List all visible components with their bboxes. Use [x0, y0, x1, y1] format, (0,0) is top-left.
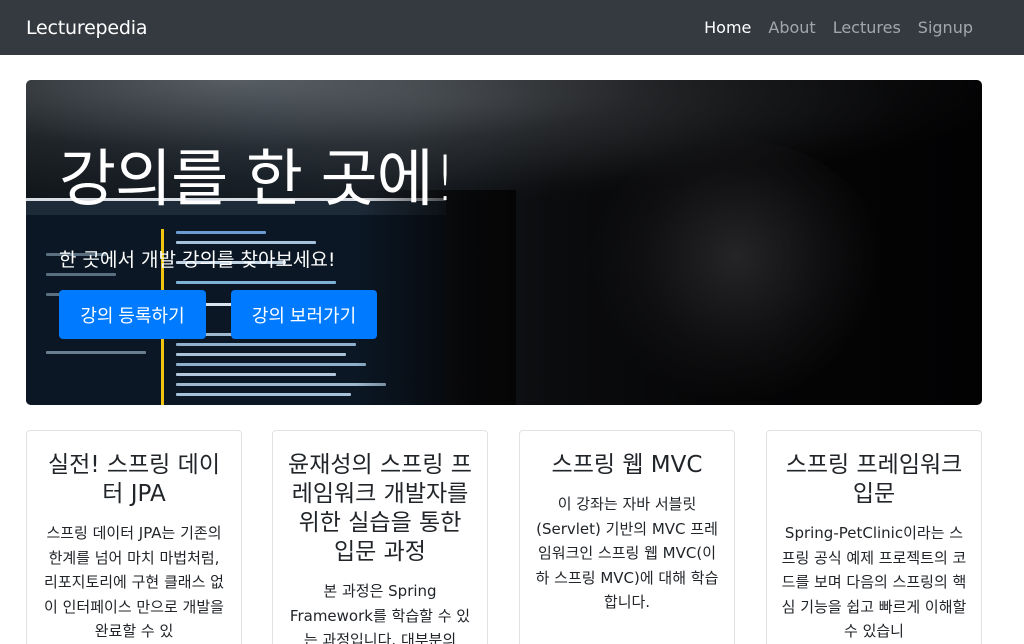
code-line — [46, 273, 116, 276]
code-line — [176, 363, 366, 366]
lecture-card-description: 스프링 데이터 JPA는 기존의 한계를 넘어 마치 마법처럼, 리포지토리에 … — [44, 524, 224, 640]
nav-link-lectures[interactable]: Lectures — [833, 18, 901, 37]
lecture-card-title: 스프링 프레임워크 입문 — [785, 452, 963, 507]
code-line — [176, 241, 316, 244]
code-line — [176, 353, 346, 356]
nav-link-signup[interactable]: Signup — [918, 18, 973, 37]
lecture-card-title: 윤재성의 스프링 프레임워크 개발자를 위한 실습을 통한 입문 과정 — [288, 452, 472, 565]
hero-subtitle: 한 곳에서 개발 강의를 찾아보세요! — [59, 249, 336, 271]
lecture-card[interactable]: 실전! 스프링 데이터 JPA 스프링 데이터 JPA는 기존의 한계를 넘어 … — [26, 430, 242, 644]
lecture-card[interactable]: 윤재성의 스프링 프레임워크 개발자를 위한 실습을 통한 입문 과정 본 과정… — [272, 430, 488, 644]
register-lecture-button[interactable]: 강의 등록하기 — [59, 290, 206, 339]
brand-link[interactable]: Lecturepedia — [26, 17, 147, 39]
lecture-card-title: 실전! 스프링 데이터 JPA — [48, 452, 220, 507]
nav-links: Home About Lectures Signup — [704, 18, 998, 37]
hero-background-figure — [586, 140, 886, 400]
navbar: Lecturepedia Home About Lectures Signup — [0, 0, 1024, 55]
lecture-card[interactable]: 스프링 프레임워크 입문 Spring-PetClinic이라는 스프링 공식 … — [766, 430, 982, 644]
code-line — [176, 373, 336, 376]
lecture-card-title: 스프링 웹 MVC — [551, 452, 703, 478]
lecture-card-description: 이 강좌는 자바 서블릿(Servlet) 기반의 MVC 프레임워크인 스프링… — [535, 495, 719, 611]
code-line — [176, 383, 386, 386]
code-line — [176, 343, 356, 346]
lecture-card-description: 본 과정은 Spring Framework를 학습할 수 있는 과정입니다. … — [289, 582, 471, 644]
code-line — [46, 351, 146, 354]
browse-lectures-button[interactable]: 강의 보러가기 — [231, 290, 377, 339]
lecture-card[interactable]: 스프링 웹 MVC 이 강좌는 자바 서블릿(Servlet) 기반의 MVC … — [519, 430, 735, 644]
code-line — [176, 231, 266, 234]
hero-background-fade — [356, 190, 516, 405]
hero-jumbotron: 강의를 한 곳에! 한 곳에서 개발 강의를 찾아보세요! 강의 등록하기 강의… — [26, 80, 982, 405]
nav-link-about[interactable]: About — [768, 18, 815, 37]
hero-title: 강의를 한 곳에! — [59, 142, 458, 215]
nav-link-home[interactable]: Home — [704, 18, 751, 37]
code-line — [176, 281, 336, 284]
lecture-card-description: Spring-PetClinic이라는 스프링 공식 예제 프로젝트의 코드를 … — [781, 524, 967, 640]
code-line — [176, 393, 351, 396]
